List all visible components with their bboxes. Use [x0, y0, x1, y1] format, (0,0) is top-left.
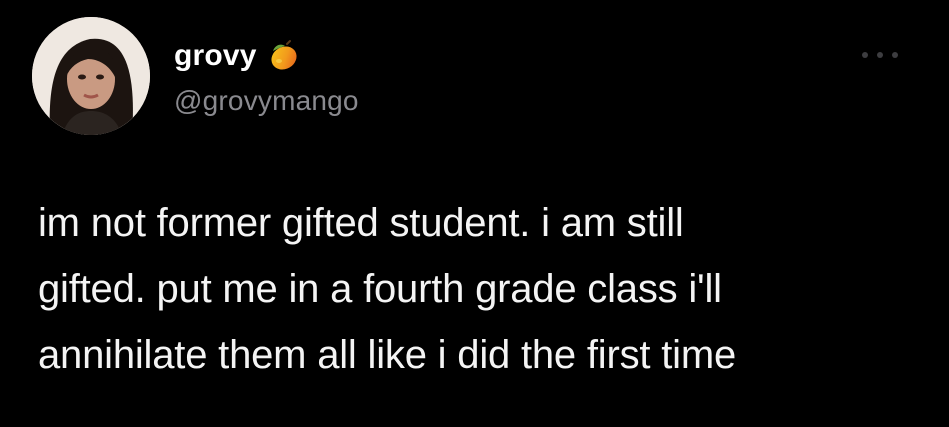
tweet-text-line: im not former gifted student. i am still: [38, 201, 684, 245]
tweet-text-line: annihilate them all like i did the first…: [38, 333, 736, 377]
ellipsis-icon: [862, 52, 868, 58]
more-options-button[interactable]: [862, 47, 898, 63]
author-handle[interactable]: @grovymango: [174, 84, 359, 118]
avatar[interactable]: [32, 17, 150, 135]
mango-icon: [267, 39, 301, 73]
ellipsis-icon-dot: [877, 52, 883, 58]
author-display-name[interactable]: grovy: [174, 38, 257, 74]
tweet-text-line: gifted. put me in a fourth grade class i…: [38, 267, 722, 311]
tweet-body: im not former gifted student. i am still…: [38, 190, 938, 388]
author-name-row: grovy: [174, 36, 301, 76]
avatar-photo-icon: [32, 17, 150, 135]
ellipsis-icon-dot: [892, 52, 898, 58]
tweet-card: grovy @grovymango im not former gifted s…: [0, 0, 949, 427]
